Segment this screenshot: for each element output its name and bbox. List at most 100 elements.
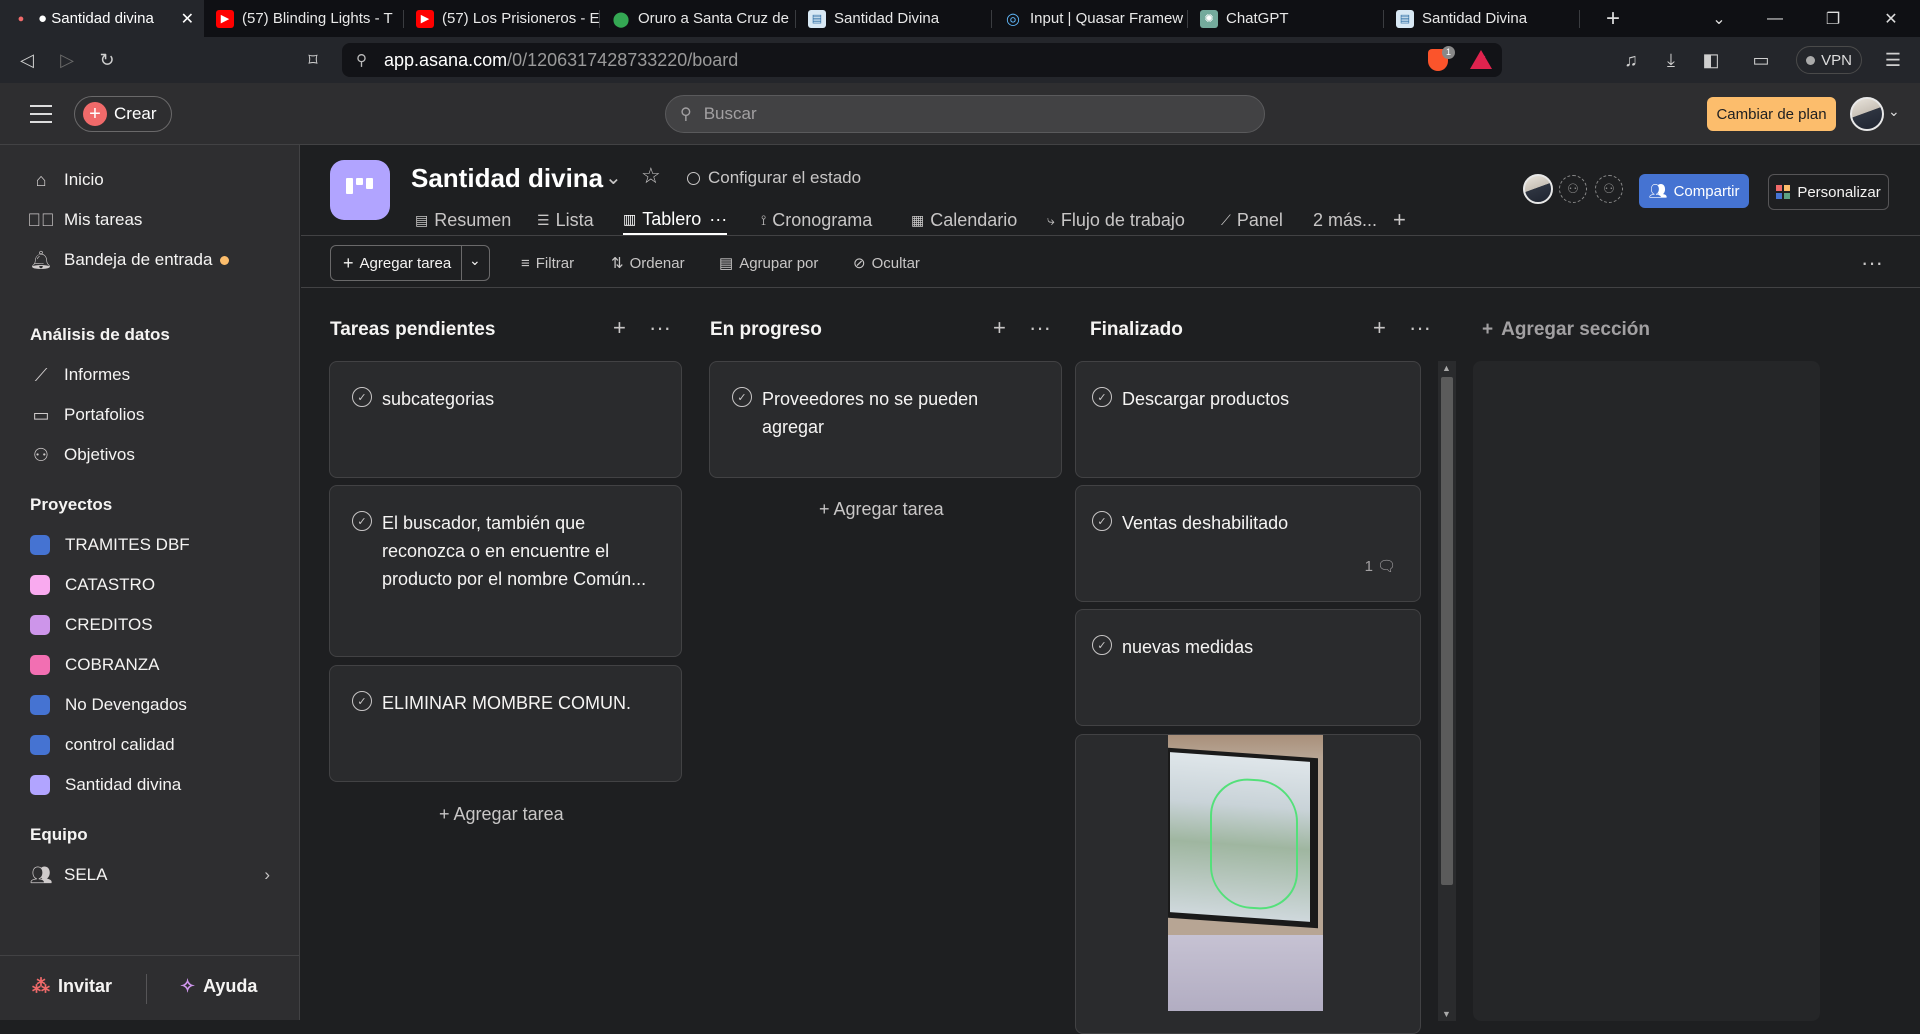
complete-check-icon[interactable]: ✓ (352, 691, 372, 711)
new-tab-button[interactable]: + (1590, 0, 1636, 37)
download-icon[interactable]: ⤓ (1656, 45, 1686, 75)
tab-board[interactable]: ▥ Tablero ··· (623, 205, 728, 235)
browser-tab[interactable]: ▤ Santidad Divina (1384, 0, 1580, 37)
complete-check-icon[interactable]: ✓ (1092, 635, 1112, 655)
more-options-icon[interactable]: ··· (1861, 245, 1883, 281)
add-task-link[interactable]: + Agregar tarea (439, 804, 564, 825)
task-card[interactable]: ✓ subcategorias (329, 361, 682, 478)
group-button[interactable]: ▤ Agrupar por (719, 245, 818, 281)
column-title[interactable]: Finalizado (1090, 319, 1183, 341)
brave-rewards-icon[interactable] (1470, 50, 1492, 69)
complete-check-icon[interactable]: ✓ (352, 511, 372, 531)
member-avatar[interactable] (1523, 174, 1553, 204)
complete-check-icon[interactable]: ✓ (1092, 511, 1112, 531)
sidebar-project[interactable]: Santidad divina (30, 768, 181, 802)
add-tab-button[interactable]: + (1393, 205, 1406, 235)
scroll-up-arrow[interactable]: ▲ (1442, 363, 1451, 373)
task-card[interactable]: ✓ Descargar productos (1075, 361, 1421, 478)
upgrade-plan-button[interactable]: Cambiar de plan (1707, 97, 1836, 131)
forward-button[interactable]: ▷ (52, 45, 82, 75)
empty-member-icon[interactable]: ⚇ (1595, 175, 1623, 203)
sort-button[interactable]: ⇅ Ordenar (611, 245, 685, 281)
sidebar-project[interactable]: No Devengados (30, 688, 187, 722)
tab-workflow[interactable]: ⤷ Flujo de trabajo (1047, 205, 1185, 235)
add-task-plus-icon[interactable]: + (993, 315, 1006, 341)
tab-more[interactable]: 2 más... (1313, 205, 1377, 235)
user-avatar[interactable] (1850, 97, 1884, 131)
hide-button[interactable]: ⊘ Ocultar (853, 245, 920, 281)
tab-dashboard[interactable]: ⟋ Panel (1221, 205, 1283, 235)
minimize-button[interactable]: — (1752, 0, 1798, 37)
hamburger-menu-icon[interactable] (30, 105, 52, 123)
sidebar-item-my-tasks[interactable]: ✓⃝ Mis tareas (28, 203, 143, 237)
add-task-link[interactable]: + Agregar tarea (819, 499, 944, 520)
task-card[interactable]: ✓ Ventas deshabilitado 1 🗨︎ (1075, 485, 1421, 602)
tab-list[interactable]: ☰ Lista (537, 205, 594, 235)
browser-tab[interactable]: ✺ ChatGPT (1188, 0, 1384, 37)
site-info-icon[interactable]: ⚲ (356, 51, 367, 69)
window-close-button[interactable]: ✕ (1868, 0, 1914, 37)
task-card[interactable]: ✓ Proveedores no se pueden agregar (709, 361, 1062, 478)
help-button[interactable]: ✧ Ayuda (180, 976, 257, 997)
browser-tab[interactable]: ⬤ Oruro a Santa Cruz de (600, 0, 796, 37)
sidebar-project[interactable]: control calidad (30, 728, 175, 762)
vpn-button[interactable]: VPN (1796, 46, 1862, 74)
sidebar-item-portfolios[interactable]: ▭ Portafolios (30, 398, 144, 432)
more-icon[interactable]: ··· (709, 209, 727, 230)
project-title[interactable]: Santidad divina (411, 163, 603, 194)
scrollbar-thumb[interactable] (1441, 377, 1453, 885)
add-task-button[interactable]: + Agregar tarea ⌄ (330, 245, 490, 281)
sidebar-toggle-icon[interactable]: ◧ (1696, 45, 1726, 75)
chevron-down-icon[interactable]: ⌄ (605, 165, 622, 190)
share-button[interactable]: 👥︎ Compartir (1639, 174, 1749, 208)
sidebar-item-inbox[interactable]: 🔔︎ Bandeja de entrada (30, 243, 230, 277)
bookmark-icon[interactable]: ⌑ (298, 45, 328, 75)
customize-button[interactable]: Personalizar (1768, 174, 1889, 210)
sidebar-item-home[interactable]: ⌂ Inicio (30, 163, 104, 197)
task-card[interactable]: ✓ nuevas medidas (1075, 609, 1421, 726)
add-section-button[interactable]: + Agregar sección (1482, 319, 1650, 341)
task-card[interactable]: ✓ ELIMINAR MOMBRE COMUN. (329, 665, 682, 782)
menu-icon[interactable]: ☰ (1878, 45, 1908, 75)
browser-tab[interactable]: ● ● Santidad divina ✕ (0, 0, 204, 37)
sidebar-item-reports[interactable]: ⟋ Informes (30, 358, 130, 392)
column-title[interactable]: Tareas pendientes (330, 319, 495, 341)
complete-check-icon[interactable]: ✓ (1092, 387, 1112, 407)
sidebar-item-goals[interactable]: ⚇ Objetivos (30, 438, 135, 472)
sidebar-project[interactable]: COBRANZA (30, 648, 159, 682)
project-board-icon[interactable] (330, 160, 390, 220)
task-card[interactable]: ✓ El buscador, también que reconozca o e… (329, 485, 682, 657)
wallet-icon[interactable]: ▭ (1746, 45, 1776, 75)
sidebar-project[interactable]: CREDITOS (30, 608, 153, 642)
close-icon[interactable]: ✕ (181, 9, 194, 29)
complete-check-icon[interactable]: ✓ (352, 387, 372, 407)
add-task-plus-icon[interactable]: + (613, 315, 626, 341)
scroll-down-arrow[interactable]: ▼ (1442, 1009, 1451, 1019)
add-task-plus-icon[interactable]: + (1373, 315, 1386, 341)
sidebar-project[interactable]: TRAMITES DBF (30, 528, 190, 562)
column-scrollbar[interactable]: ▲ ▼ (1438, 361, 1456, 1021)
back-button[interactable]: ◁ (12, 45, 42, 75)
address-bar[interactable]: ⚲ app.asana.com/0/1206317428733220/board… (342, 43, 1502, 77)
complete-check-icon[interactable]: ✓ (732, 387, 752, 407)
column-more-icon[interactable]: ··· (1409, 315, 1431, 341)
column-more-icon[interactable]: ··· (1029, 315, 1051, 341)
invite-button[interactable]: ⁂ Invitar (32, 976, 112, 997)
sidebar-project[interactable]: CATASTRO (30, 568, 155, 602)
tab-overview[interactable]: ▤ Resumen (415, 205, 511, 235)
restore-button[interactable]: ❐ (1810, 0, 1856, 37)
browser-tab[interactable]: ▶ (57) Blinding Lights - T (204, 0, 404, 37)
comment-count[interactable]: 1 🗨︎ (1365, 557, 1396, 576)
browser-tab[interactable]: ◎ Input | Quasar Framew (992, 0, 1188, 37)
browser-tab[interactable]: ▶ (57) Los Prisioneros - E (404, 0, 600, 37)
chevron-right-icon[interactable]: › (264, 865, 270, 885)
task-card-with-image[interactable] (1075, 734, 1421, 1034)
chevron-down-icon[interactable]: ⌄ (469, 252, 481, 269)
column-title[interactable]: En progreso (710, 319, 822, 341)
chevron-down-icon[interactable]: ⌄ (1696, 0, 1742, 37)
browser-tab[interactable]: ▤ Santidad Divina (796, 0, 992, 37)
create-button[interactable]: + Crear (74, 96, 172, 132)
empty-member-icon[interactable]: ⚇ (1559, 175, 1587, 203)
tab-timeline[interactable]: ⟟ Cronograma (761, 205, 872, 235)
star-icon[interactable]: ☆ (641, 163, 661, 189)
